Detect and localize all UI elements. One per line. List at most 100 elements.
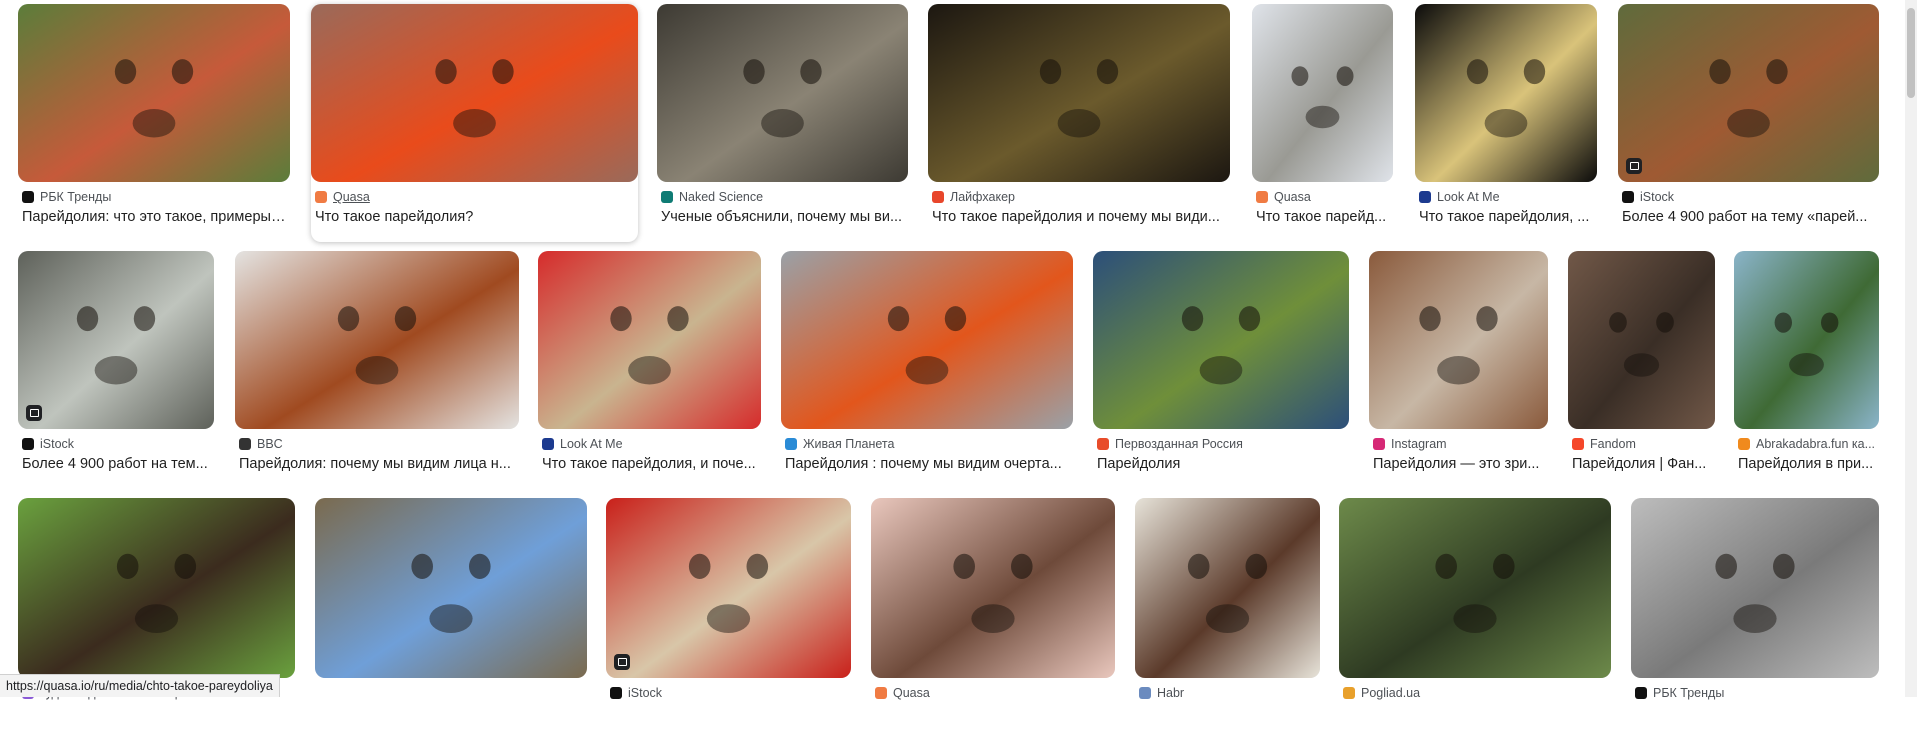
result-source[interactable]: BBC <box>239 437 515 451</box>
result-source[interactable]: iStock <box>22 437 210 451</box>
result-source[interactable]: Pogliad.ua <box>1343 686 1607 700</box>
image-result-thumbnail[interactable] <box>1339 498 1611 678</box>
site-favicon-icon <box>315 191 327 203</box>
image-result-thumbnail[interactable] <box>18 251 214 429</box>
face-eye-shape <box>1336 66 1354 86</box>
result-source[interactable]: Fandom <box>1572 437 1711 451</box>
scrollbar-thumb[interactable] <box>1907 8 1915 98</box>
result-source[interactable]: Первозданная Россия <box>1097 437 1345 451</box>
result-title-link[interactable]: Более 4 900 работ на тему «парей... <box>1622 209 1875 225</box>
image-result-card[interactable]: iStock Более 4 900 работ на тем... <box>18 251 214 489</box>
result-source[interactable]: РБК Тренды <box>1635 686 1875 700</box>
image-result-thumbnail[interactable] <box>1252 4 1393 182</box>
image-result-card[interactable] <box>315 498 587 738</box>
result-title-link[interactable]: Парейдолия | Фан... <box>1572 456 1711 472</box>
image-result-card[interactable]: Quasa <box>871 498 1115 738</box>
result-title-link[interactable]: Парейдолия: почему мы видим лица н... <box>239 456 515 472</box>
image-result-card[interactable]: Живая Планета Парейдолия : почему мы види… <box>781 251 1073 489</box>
image-result-thumbnail[interactable] <box>18 4 290 182</box>
image-result-thumbnail[interactable] <box>1631 498 1879 678</box>
image-result-thumbnail[interactable] <box>781 251 1073 429</box>
face-eye-shape <box>1039 59 1062 85</box>
image-result-card[interactable]: Naked Science Ученые объяснили, почему мы… <box>657 4 908 242</box>
image-result-thumbnail[interactable] <box>18 498 295 678</box>
result-title-link[interactable]: Что такое парейдолия и почему мы види... <box>932 209 1226 225</box>
result-source[interactable]: Quasa <box>875 686 1111 700</box>
image-result-card[interactable]: Лайфхакер Что такое парейдолия и почему м… <box>928 4 1230 242</box>
result-source[interactable]: Instagram <box>1373 437 1544 451</box>
face-eye-shape <box>1774 312 1792 333</box>
image-result-card[interactable]: Look At Me Что такое парейдолия, и поче..… <box>538 251 761 489</box>
face-eye-shape <box>171 59 194 85</box>
result-title-link[interactable]: Парейдолия : почему мы видим очертa... <box>785 456 1069 472</box>
image-result-thumbnail[interactable] <box>871 498 1115 678</box>
image-result-card[interactable]: Quasa Что такое парейд... <box>1252 4 1393 242</box>
result-title-link[interactable]: Более 4 900 работ на тем... <box>22 456 210 472</box>
site-favicon-icon <box>22 438 34 450</box>
image-result-card[interactable]: Look At Me Что такое парейдолия, ... <box>1415 4 1597 242</box>
result-title-link[interactable]: Парейдолия в при... <box>1738 456 1875 472</box>
image-result-card[interactable]: Quasa Что такое парейдолия? <box>311 4 638 242</box>
result-source[interactable]: Look At Me <box>1419 190 1593 204</box>
face-eye-shape <box>1096 59 1119 85</box>
result-title-link[interactable]: Что такое парейдолия, и поче... <box>542 456 757 472</box>
result-title-link[interactable]: Парейдолия <box>1097 456 1345 472</box>
result-source[interactable]: Лайфхакер <box>932 190 1226 204</box>
image-result-thumbnail[interactable] <box>235 251 519 429</box>
result-source-name: Quasa <box>893 686 930 700</box>
image-result-thumbnail[interactable] <box>606 498 851 678</box>
image-result-thumbnail[interactable] <box>1093 251 1349 429</box>
face-eye-shape <box>1709 59 1731 85</box>
image-result-card[interactable]: куда сходить в Москве | А-а-ах! <box>18 498 295 738</box>
result-source[interactable]: РБК Тренды <box>22 190 286 204</box>
image-result-thumbnail[interactable] <box>1734 251 1879 429</box>
image-result-card[interactable]: iStock Более 4 900 работ на тему «парей..… <box>1618 4 1879 242</box>
result-title-link[interactable]: Парейдолия: что это такое, примеры ... <box>22 209 286 225</box>
site-favicon-icon <box>1622 191 1634 203</box>
face-eye-shape <box>1291 66 1309 86</box>
result-source[interactable]: iStock <box>610 686 847 700</box>
result-source[interactable]: Habr <box>1139 686 1316 700</box>
result-source[interactable]: Naked Science <box>661 190 904 204</box>
image-result-card[interactable]: Abrakadabra.fun ка... Парейдолия в при... <box>1734 251 1879 489</box>
result-source-name: Лайфхакер <box>950 190 1015 204</box>
image-result-card[interactable]: Pogliad.ua <box>1339 498 1611 738</box>
face-eye-shape <box>1181 306 1204 332</box>
image-result-thumbnail[interactable] <box>538 251 761 429</box>
image-result-thumbnail[interactable] <box>1369 251 1548 429</box>
result-title-link[interactable]: Что такое парейд... <box>1256 209 1389 225</box>
face-eye-shape <box>492 59 514 85</box>
image-result-card[interactable]: РБК Тренды <box>1631 498 1879 738</box>
result-source[interactable]: Quasa <box>315 190 634 204</box>
result-source[interactable]: iStock <box>1622 190 1875 204</box>
image-result-thumbnail[interactable] <box>657 4 908 182</box>
scrollbar[interactable] <box>1905 0 1917 697</box>
image-result-card[interactable]: РБК Тренды Парейдолия: что это такое, при… <box>18 4 290 242</box>
result-title-link[interactable]: Что такое парейдолия? <box>315 209 634 225</box>
image-result-thumbnail[interactable] <box>315 498 587 678</box>
image-result-thumbnail[interactable] <box>1135 498 1320 678</box>
face-eye-shape <box>1187 553 1210 579</box>
face-eye-shape <box>114 59 137 85</box>
result-title-link[interactable]: Ученые объяснили, почему мы ви... <box>661 209 904 225</box>
result-source[interactable]: Abrakadabra.fun ка... <box>1738 437 1875 451</box>
image-result-card[interactable]: iStock <box>606 498 851 738</box>
result-title-link[interactable]: Что такое парейдолия, ... <box>1419 209 1593 225</box>
face-eye-shape <box>1656 312 1674 333</box>
image-result-thumbnail[interactable] <box>1568 251 1715 429</box>
image-result-thumbnail[interactable] <box>1618 4 1879 182</box>
image-result-thumbnail[interactable] <box>311 4 638 182</box>
image-result-card[interactable]: Habr <box>1135 498 1320 738</box>
camera-icon <box>614 654 630 670</box>
image-result-card[interactable]: Первозданная Россия Парейдолия <box>1093 251 1349 489</box>
result-source[interactable]: Look At Me <box>542 437 757 451</box>
image-result-thumbnail[interactable] <box>1415 4 1597 182</box>
image-result-thumbnail[interactable] <box>928 4 1230 182</box>
image-result-card[interactable]: Fandom Парейдолия | Фан... <box>1568 251 1715 489</box>
result-source[interactable]: Живая Планета <box>785 437 1069 451</box>
image-result-card[interactable]: Instagram Парейдолия — это зри... <box>1369 251 1548 489</box>
image-result-card[interactable]: BBC Парейдолия: почему мы видим лица н... <box>235 251 519 489</box>
result-source[interactable]: Quasa <box>1256 190 1389 204</box>
face-mouth-shape <box>706 604 751 633</box>
result-title-link[interactable]: Парейдолия — это зри... <box>1373 456 1544 472</box>
